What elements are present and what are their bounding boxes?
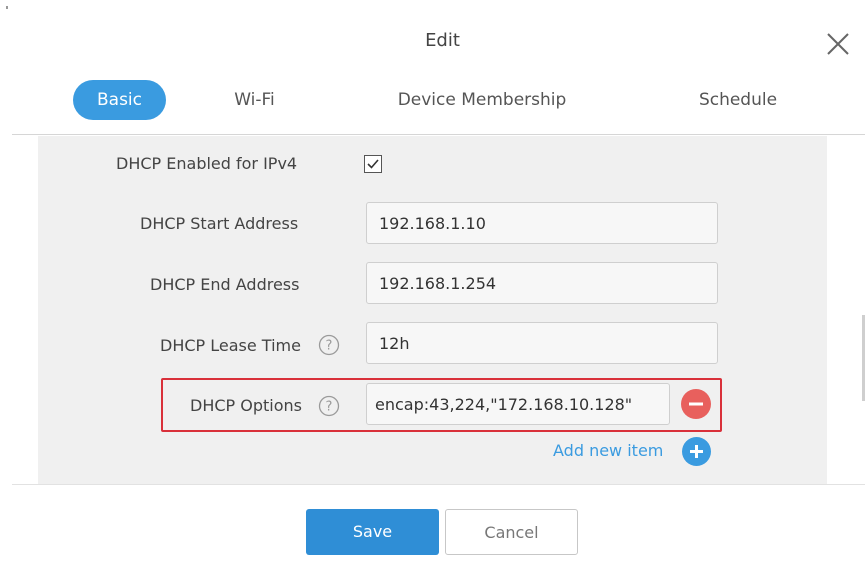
dhcp-options-label: DHCP Options <box>190 396 302 415</box>
plus-icon <box>690 445 703 458</box>
dhcp-end-address-label: DHCP End Address <box>150 275 300 294</box>
svg-text:?: ? <box>326 400 333 415</box>
dhcp-lease-time-input[interactable] <box>366 322 718 364</box>
dialog-title: Edit <box>425 30 460 51</box>
tab-device-membership[interactable]: Device Membership <box>380 80 584 120</box>
tab-basic[interactable]: Basic <box>73 80 166 120</box>
close-icon <box>827 33 849 55</box>
remove-option-button[interactable] <box>681 389 711 419</box>
tab-wifi[interactable]: Wi-Fi <box>212 80 297 120</box>
add-new-item-link[interactable]: Add new item <box>553 441 663 460</box>
minus-icon <box>689 402 703 406</box>
cancel-button[interactable]: Cancel <box>445 509 578 555</box>
close-button[interactable] <box>824 30 852 58</box>
checkmark-icon <box>367 159 379 169</box>
svg-text:?: ? <box>326 339 333 354</box>
corner-artifact <box>6 6 8 9</box>
dhcp-start-address-input[interactable] <box>366 202 718 244</box>
save-button[interactable]: Save <box>306 509 439 555</box>
tab-schedule[interactable]: Schedule <box>680 80 796 120</box>
dhcp-lease-time-label: DHCP Lease Time <box>160 336 301 355</box>
help-icon[interactable]: ? <box>318 395 340 417</box>
dhcp-enabled-label: DHCP Enabled for IPv4 <box>116 154 298 173</box>
dhcp-options-input[interactable] <box>366 383 670 425</box>
dhcp-end-address-input[interactable] <box>366 262 718 304</box>
add-new-item-button[interactable] <box>682 437 711 466</box>
tabs-divider <box>12 134 865 135</box>
help-icon[interactable]: ? <box>318 334 340 356</box>
dhcp-start-address-label: DHCP Start Address <box>140 214 299 233</box>
dhcp-enabled-checkbox[interactable] <box>364 155 382 173</box>
